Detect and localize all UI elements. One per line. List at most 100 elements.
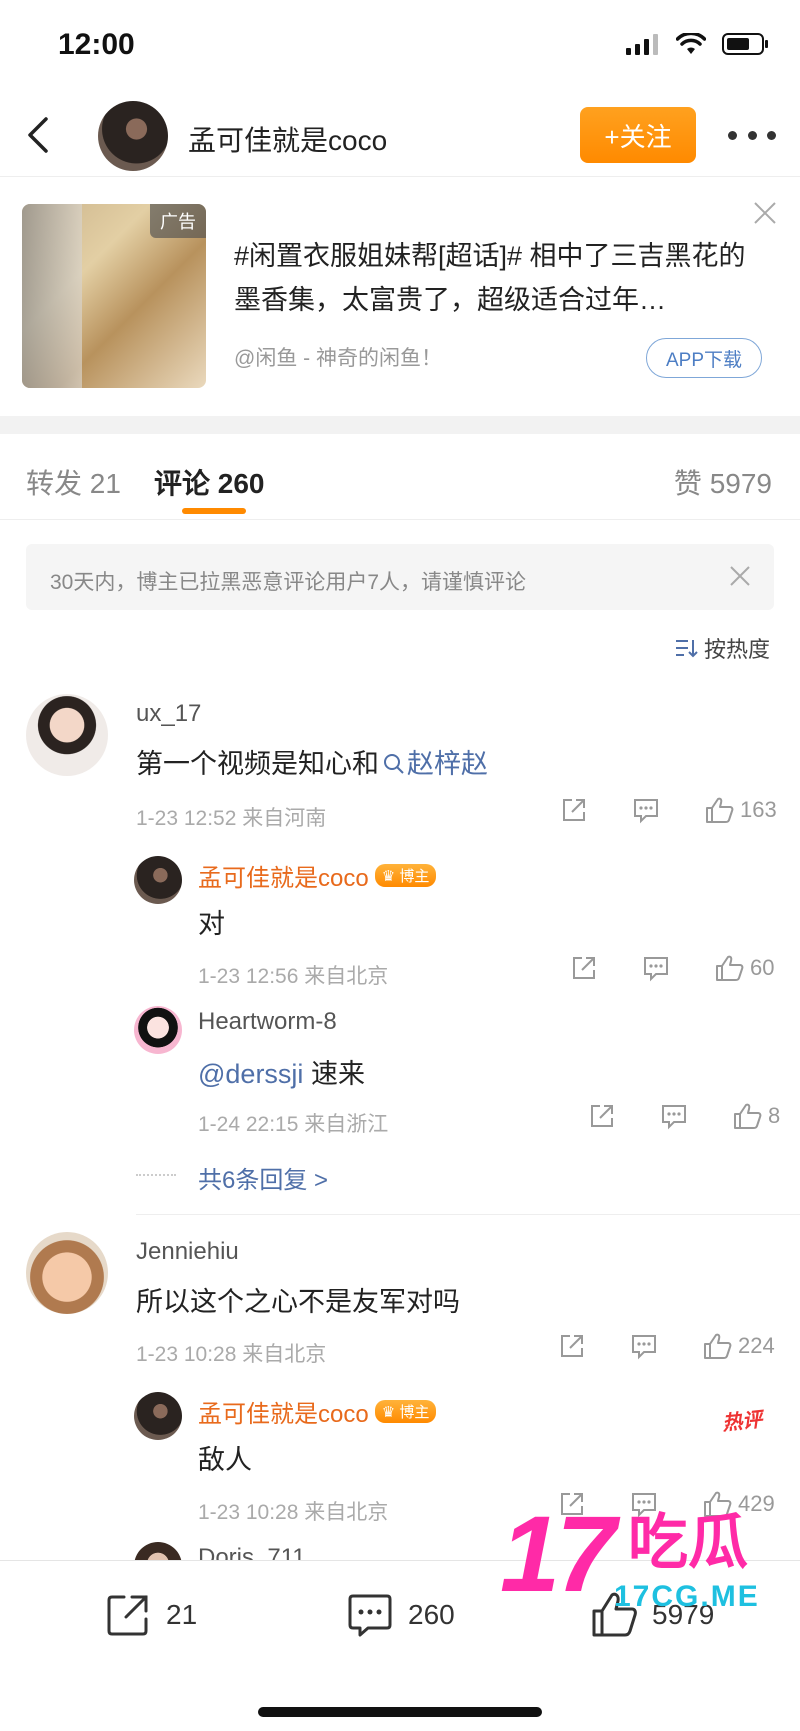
tab-comment[interactable]: 评论 260 — [154, 462, 265, 502]
bottom-comment-button[interactable]: 260 — [346, 1591, 455, 1639]
crown-icon: ♛ — [381, 868, 396, 885]
comment-text-body: 第一个视频是知心和 — [136, 749, 379, 779]
blogger-badge: ♛ 博主 — [374, 864, 437, 887]
app-download-button[interactable]: APP下载 — [646, 338, 762, 378]
thumbs-up-icon — [706, 797, 734, 823]
more-options-icon[interactable] — [728, 117, 776, 153]
reply-username[interactable]: Heartworm-8 — [198, 1008, 337, 1036]
home-indicator — [258, 1707, 542, 1717]
bottom-comment-count: 260 — [408, 1599, 455, 1630]
like-count: 163 — [740, 797, 777, 822]
like-action[interactable]: 224 — [702, 1332, 775, 1360]
comment-meta: 1-23 12:52 来自河南 — [136, 807, 327, 830]
bottom-repost-button[interactable]: 21 — [104, 1591, 197, 1639]
reply-icon[interactable] — [660, 1102, 688, 1130]
watermark-number: 17 — [500, 1493, 616, 1614]
tab-repost[interactable]: 转发 21 — [26, 462, 121, 502]
search-icon — [384, 754, 404, 774]
share-icon[interactable] — [560, 796, 588, 824]
thumbs-up-icon — [734, 1103, 762, 1129]
comment-avatar[interactable] — [26, 694, 108, 776]
section-divider — [0, 416, 800, 434]
reply-avatar[interactable] — [134, 1006, 182, 1054]
reply-username-text: 孟可佳就是coco — [198, 1401, 369, 1428]
wifi-icon — [676, 33, 706, 54]
search-link-text: 赵梓赵 — [407, 749, 488, 779]
ad-text[interactable]: #闲置衣服姐妹帮[超话]# 相中了三吉黑花的墨香集，太富贵了，超级适合过年… — [234, 234, 754, 322]
search-link[interactable]: 赵梓赵 — [379, 749, 488, 779]
reply-meta: 1-23 12:56 来自北京 — [198, 965, 389, 988]
battery-icon — [722, 33, 768, 55]
notice-close-icon[interactable] — [728, 564, 752, 588]
blogger-badge-label: 博主 — [399, 1404, 430, 1421]
like-action[interactable]: 8 — [732, 1102, 780, 1130]
ad-close-icon[interactable] — [752, 200, 778, 226]
ad-card[interactable]: 广告 #闲置衣服姐妹帮[超话]# 相中了三吉黑花的墨香集，太富贵了，超级适合过年… — [0, 178, 800, 416]
author-avatar[interactable] — [98, 101, 168, 171]
comment-actions: 224 — [558, 1332, 775, 1360]
reply-avatar[interactable] — [134, 1392, 182, 1440]
blocked-users-notice: 30天内，博主已拉黑恶意评论用户7人，请谨慎评论 — [26, 544, 774, 610]
like-count: 8 — [768, 1103, 781, 1128]
view-more-replies[interactable]: 共6条回复 > — [198, 1160, 328, 1195]
reply-icon[interactable] — [630, 1332, 658, 1360]
watermark-cn: 吃瓜 — [628, 1509, 748, 1576]
like-action[interactable]: 60 — [714, 954, 774, 982]
reply-username-text: 孟可佳就是coco — [198, 865, 369, 892]
comment-text: 第一个视频是知心和 赵梓赵 — [136, 742, 488, 781]
reply-icon[interactable] — [632, 796, 660, 824]
status-icons — [626, 32, 770, 56]
reply-meta: 1-23 10:28 来自北京 — [198, 1501, 389, 1524]
ad-source: @闲鱼 - 神奇的闲鱼！ — [234, 347, 442, 370]
watermark-site: 17CG.ME — [614, 1580, 760, 1613]
repost-icon — [107, 1595, 148, 1636]
sort-icon — [675, 640, 698, 658]
replies-leader — [136, 1174, 176, 1176]
ad-image[interactable]: 广告 — [22, 204, 206, 388]
comment-icon — [348, 1594, 392, 1637]
share-icon[interactable] — [588, 1102, 616, 1130]
blogger-badge: ♛ 博主 — [374, 1400, 437, 1423]
ad-badge: 广告 — [150, 204, 206, 238]
comment-avatar[interactable] — [26, 1232, 108, 1314]
sort-label: 按热度 — [703, 637, 770, 662]
like-count: 224 — [738, 1333, 775, 1358]
comment-separator — [136, 1214, 800, 1215]
follow-button[interactable]: +关注 — [580, 107, 696, 163]
reply-username[interactable]: 孟可佳就是coco ♛ 博主 — [198, 1394, 437, 1429]
crown-icon: ♛ — [381, 1404, 396, 1421]
reply-actions: 8 — [588, 1102, 780, 1130]
reply-text: 敌人 — [198, 1445, 252, 1475]
author-name[interactable]: 孟可佳就是coco — [188, 119, 387, 159]
cellular-signal-icon — [626, 34, 658, 55]
like-count: 60 — [750, 955, 775, 980]
bottom-repost-count: 21 — [166, 1599, 198, 1630]
comment-meta: 1-23 10:28 来自北京 — [136, 1343, 327, 1366]
comment-text: 所以这个之心不是友军对吗 — [136, 1287, 460, 1317]
blogger-badge-label: 博主 — [399, 868, 430, 885]
thumbs-up-icon — [704, 1333, 732, 1359]
share-icon[interactable] — [558, 1332, 586, 1360]
status-bar: 12:00 — [0, 0, 800, 95]
comment-username[interactable]: Jenniehiu — [136, 1238, 239, 1266]
sort-selector[interactable]: 按热度 — [674, 632, 770, 664]
reply-actions: 60 — [570, 954, 774, 982]
comment-actions: 163 — [560, 796, 777, 824]
mention-link[interactable]: @derssji — [198, 1059, 303, 1089]
hot-comment-tag: 热评 — [721, 1408, 764, 1436]
notice-text: 30天内，博主已拉黑恶意评论用户7人，请谨慎评论 — [50, 571, 527, 594]
tab-active-indicator — [182, 508, 246, 514]
comment-username[interactable]: ux_17 — [136, 700, 201, 728]
reply-avatar[interactable] — [134, 856, 182, 904]
like-action[interactable]: 163 — [704, 796, 777, 824]
share-icon[interactable] — [570, 954, 598, 982]
reply-text-body: 速来 — [310, 1059, 365, 1089]
tab-like[interactable]: 赞 5979 — [674, 462, 772, 502]
back-arrow-icon[interactable] — [18, 113, 62, 157]
reply-meta: 1-24 22:15 来自浙江 — [198, 1113, 389, 1136]
reply-username[interactable]: 孟可佳就是coco ♛ 博主 — [198, 858, 437, 893]
thumbs-up-icon — [716, 955, 744, 981]
reply-icon[interactable] — [642, 954, 670, 982]
reply-text: @derssji 速来 — [198, 1052, 365, 1091]
tabs-bar: 转发 21 评论 260 赞 5979 — [0, 434, 800, 520]
